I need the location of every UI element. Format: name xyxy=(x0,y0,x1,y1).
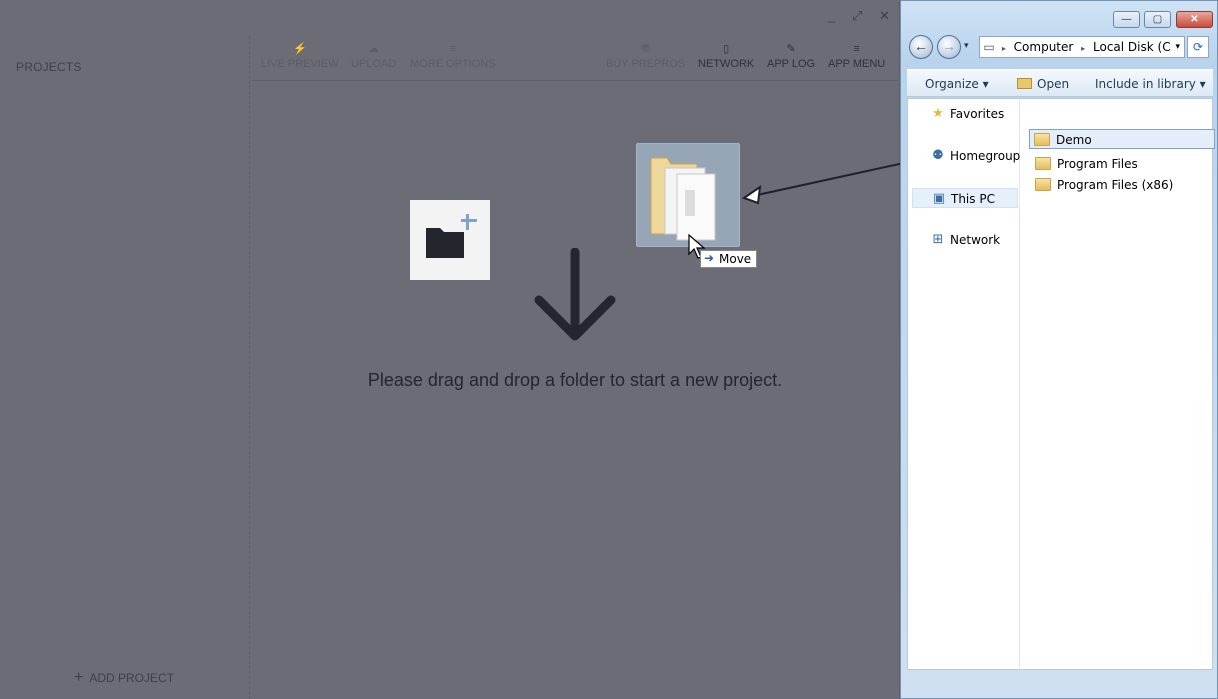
down-arrow-icon xyxy=(534,248,616,341)
forward-arrow-icon[interactable]: → xyxy=(937,35,961,59)
command-bar: Organize ▾ Open Include in library ▾ xyxy=(907,69,1213,97)
organize-button[interactable]: Organize ▾ xyxy=(925,77,989,91)
file-name: Program Files (x86) xyxy=(1057,178,1174,192)
address-segment-computer[interactable]: Computer xyxy=(1010,37,1078,57)
back-arrow-icon[interactable]: ← xyxy=(909,35,933,59)
app-menu-label: APP MENU xyxy=(828,58,886,70)
close-button[interactable]: ✕ xyxy=(879,8,890,24)
homegroup-icon: ⚉ xyxy=(932,148,944,163)
network-label: NETWORK xyxy=(698,58,755,70)
live-preview-button[interactable]: ⚡ LIVE PREVIEW xyxy=(261,40,339,70)
file-list: Demo Program Files Program Files (x86) xyxy=(1021,99,1215,669)
drag-ghost-folder-icon xyxy=(636,143,740,247)
upload-label: UPLOAD xyxy=(351,58,397,70)
projects-sidebar: PROJECTS + ADD PROJECT xyxy=(0,36,250,699)
nav-item-this-pc[interactable]: ▣ This PC xyxy=(912,188,1018,208)
address-dropdown-icon[interactable]: ▾ xyxy=(1175,37,1180,57)
move-tooltip-label: Move xyxy=(719,252,752,266)
folder-icon xyxy=(1035,178,1051,191)
more-options-button[interactable]: ≡ MORE OPTIONS xyxy=(410,40,496,70)
explorer-maximize-button[interactable]: ▢ xyxy=(1144,11,1171,28)
open-button-label: Open xyxy=(1037,77,1070,91)
lightning-icon: ⚡ xyxy=(292,43,307,55)
computer-icon: ▭ xyxy=(983,40,995,54)
nav-item-label: Homegroup xyxy=(950,149,1021,163)
add-project-label: ADD PROJECT xyxy=(89,671,175,685)
add-project-button[interactable]: + ADD PROJECT xyxy=(74,669,175,686)
chevron-right-icon: ▸ xyxy=(1001,44,1006,53)
include-in-library-button[interactable]: Include in library ▾ xyxy=(1095,77,1206,91)
navigation-pane: ★ Favorites ⚉ Homegroup ▣ This PC ⊞ Netw… xyxy=(908,99,1020,669)
phone-icon: ▯ xyxy=(723,43,730,55)
more-options-label: MORE OPTIONS xyxy=(410,58,496,70)
recent-pages-dropdown-icon[interactable]: ▾ xyxy=(964,40,969,51)
move-tooltip: ➜ Move xyxy=(700,250,758,268)
explorer-panes: ★ Favorites ⚉ Homegroup ▣ This PC ⊞ Netw… xyxy=(907,98,1215,670)
maximize-button[interactable]: ⤢ xyxy=(852,8,862,24)
navigation-bar: ← → ▾ ▭ ▸ Computer ▸ Local Disk (C ▾ ⟳ xyxy=(907,33,1213,61)
chevron-right-icon: ▸ xyxy=(1081,44,1086,53)
move-arrow-icon: ➜ xyxy=(704,251,715,265)
file-explorer-window: — ▢ ✕ ← → ▾ ▭ ▸ Computer ▸ Local Disk (C… xyxy=(900,0,1218,699)
refresh-icon[interactable]: ⟳ xyxy=(1187,36,1209,58)
open-folder-icon xyxy=(1017,78,1032,89)
plus-icon: + xyxy=(74,669,84,686)
upload-button[interactable]: ☁ UPLOAD xyxy=(351,40,396,70)
drop-instruction: Please drag and drop a folder to start a… xyxy=(367,370,783,390)
file-name: Demo xyxy=(1056,133,1092,147)
address-segment-local-disk[interactable]: Local Disk (C xyxy=(1089,37,1175,57)
nav-item-label: Network xyxy=(950,233,1001,247)
nav-item-label: This PC xyxy=(951,192,995,206)
nav-item-homegroup[interactable]: ⚉ Homegroup xyxy=(912,146,1021,166)
app-log-button[interactable]: ✎ APP LOG xyxy=(767,40,815,70)
buy-prepros-label: BUY PREPROS xyxy=(606,58,686,70)
buy-prepros-button[interactable]: ⛃ BUY PREPROS xyxy=(606,40,685,70)
hamburger-icon: ≡ xyxy=(853,43,860,55)
add-folder-icon xyxy=(410,200,490,280)
computer-icon: ▣ xyxy=(932,191,946,206)
explorer-minimize-button[interactable]: — xyxy=(1113,11,1140,28)
toolbar: ⚡ LIVE PREVIEW ☁ UPLOAD ≡ MORE OPTIONS ⛃… xyxy=(251,36,900,81)
nav-item-network[interactable]: ⊞ Network xyxy=(912,230,1018,250)
list-item[interactable]: Program Files (x86) xyxy=(1031,175,1211,195)
explorer-close-button[interactable]: ✕ xyxy=(1176,11,1213,28)
star-icon: ★ xyxy=(932,106,944,121)
nav-item-label: Favorites xyxy=(950,107,1005,121)
nav-item-favorites[interactable]: ★ Favorites xyxy=(912,104,1018,124)
list-item[interactable]: Program Files xyxy=(1031,154,1211,174)
list-icon: ≡ xyxy=(449,43,456,55)
app-menu-button[interactable]: ≡ APP MENU xyxy=(828,40,885,70)
address-bar[interactable]: ▭ ▸ Computer ▸ Local Disk (C ▾ xyxy=(979,36,1185,58)
live-preview-label: LIVE PREVIEW xyxy=(261,58,339,70)
minimize-button[interactable]: _ xyxy=(828,8,835,23)
folder-icon xyxy=(1035,157,1051,170)
upload-icon: ☁ xyxy=(368,43,380,55)
pencil-icon: ✎ xyxy=(786,43,796,55)
sidebar-title: PROJECTS xyxy=(16,60,82,74)
network-icon: ⊞ xyxy=(932,232,944,247)
prepros-window: _ ⤢ ✕ PROJECTS + ADD PROJECT ⚡ LIVE PREV… xyxy=(0,0,900,699)
open-button[interactable]: Open xyxy=(1017,77,1069,91)
list-item[interactable]: Demo xyxy=(1029,129,1215,149)
network-button[interactable]: ▯ NETWORK xyxy=(698,40,754,70)
file-name: Program Files xyxy=(1057,157,1138,171)
app-log-label: APP LOG xyxy=(767,58,816,70)
folder-icon xyxy=(1034,133,1050,146)
cart-icon: ⛃ xyxy=(641,43,651,55)
